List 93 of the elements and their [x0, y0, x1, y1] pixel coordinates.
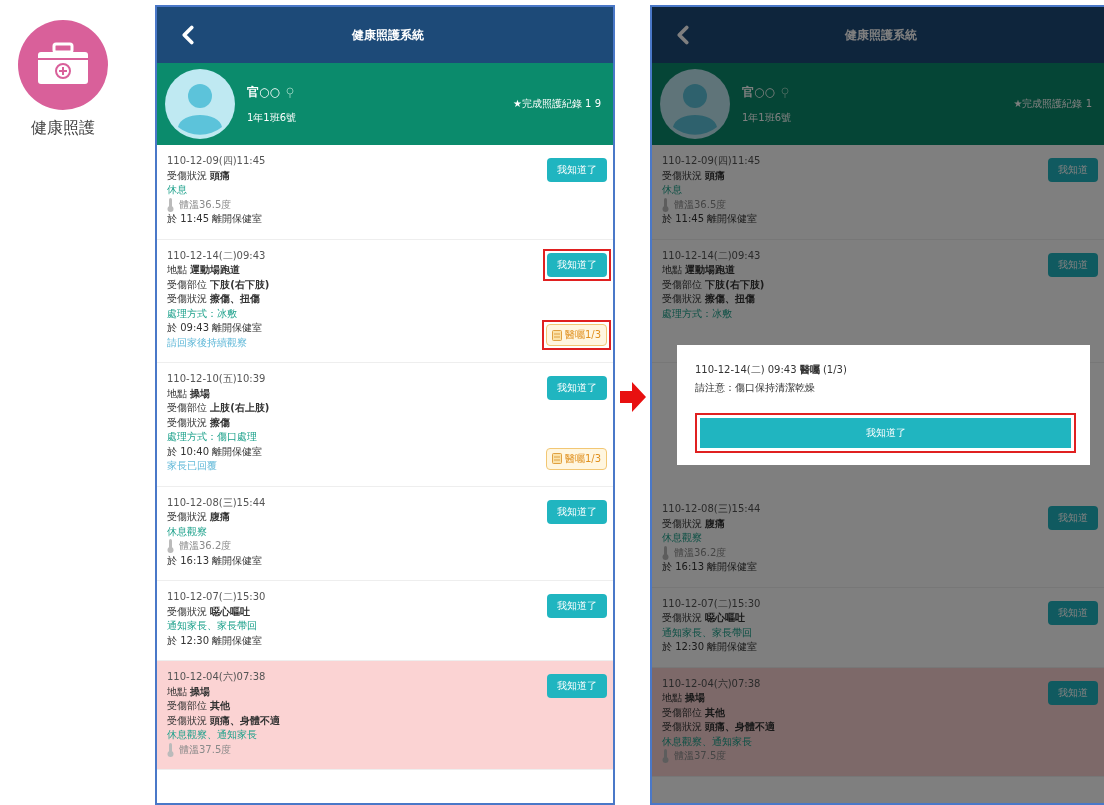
record-detail: 地點 運動場跑道: [662, 263, 737, 277]
record-detail: 受傷狀況 擦傷、扭傷: [167, 292, 262, 306]
leave-time: 於 12:30 離開保健室: [167, 633, 264, 648]
gender-icon: [780, 86, 789, 98]
record-date: 110-12-10(五)10:39: [167, 372, 267, 386]
app-icon-label: 健康照護: [30, 118, 96, 139]
class-number: 1年1班6號: [247, 110, 298, 125]
record-summary: ★完成照護紀錄 1: [1013, 97, 1093, 111]
note-icon: [551, 329, 562, 341]
record-detail: 受傷狀況 噁心嘔吐: [167, 604, 252, 619]
record-detail: 地點 運動場跑道: [167, 263, 242, 277]
care-note: 休息: [167, 183, 188, 197]
student-name: 官○○: [247, 83, 280, 101]
record-detail: 受傷狀況 擦傷、扭傷: [662, 292, 757, 306]
care-note: 休息: [662, 183, 683, 197]
thermometer-icon: [167, 539, 174, 554]
dialog-heading: 110-12-14(二) 09:43 醫囑 (1/3): [695, 363, 848, 377]
record-detail: 受傷部位 下肢(右下肢): [167, 277, 270, 292]
record-detail: 受傷狀況 頭痛、身體不適: [662, 720, 776, 734]
thermometer-icon: [167, 742, 174, 757]
acknowledge-button[interactable]: 我知道了: [547, 594, 607, 618]
reply-note: 家長已回覆: [167, 459, 218, 473]
care-note: 休息觀察、通知家長: [167, 728, 258, 742]
acknowledge-button[interactable]: 我知道了: [547, 252, 607, 277]
acknowledge-button[interactable]: 我知道了: [700, 418, 1071, 448]
app-title: 健康照護系統: [844, 26, 918, 44]
record-date: 110-12-08(三)15:44: [167, 495, 266, 510]
acknowledge-button[interactable]: 我知道了: [547, 376, 607, 400]
record-detail: 受傷狀況 擦傷: [167, 415, 232, 430]
acknowledge-button[interactable]: 我知道了: [547, 158, 607, 182]
record-detail: 受傷部位 其他: [662, 705, 727, 720]
record-detail: 受傷狀況 頭痛: [662, 168, 727, 183]
avatar-icon: [165, 69, 235, 139]
care-note: 休息觀察: [167, 524, 208, 539]
thermometer-icon: [662, 545, 669, 560]
class-number: 1年1班6號: [742, 110, 793, 125]
care-note: 休息觀察: [662, 531, 703, 545]
acknowledge-button[interactable]: 我知道了: [547, 674, 607, 698]
leave-time: 於 11:45 離開保健室: [662, 212, 759, 226]
thermometer-icon: [167, 197, 174, 212]
doctor-note-badge[interactable]: 醫囑1/3: [545, 447, 607, 470]
temperature-text: 體溫36.5度: [179, 197, 232, 212]
record-detail: 受傷狀況 腹痛: [662, 516, 727, 531]
record-detail: 受傷狀況 頭痛: [167, 168, 232, 183]
care-note: 處理方式：傷口處理: [167, 430, 258, 444]
doctor-note-badge[interactable]: 醫囑1/3: [545, 324, 607, 346]
arrow-icon: [619, 382, 646, 412]
gender-icon: [285, 86, 294, 98]
reply-note: 請回家後持續觀察: [167, 335, 248, 350]
record-detail: 受傷狀況 頭痛、身體不適: [167, 713, 281, 728]
medical-kit-icon[interactable]: [18, 20, 108, 110]
acknowledge-button[interactable]: 我知道: [1048, 680, 1098, 705]
record-date: 110-12-08(三)15:44: [662, 502, 761, 516]
record-date: 110-12-04(六)07:38: [662, 676, 762, 691]
leave-time: 於 12:30 離開保健室: [662, 640, 759, 654]
thermometer-icon: [662, 749, 669, 764]
acknowledge-button[interactable]: 我知道: [1048, 158, 1098, 182]
app-title: 健康照護系統: [351, 26, 425, 44]
record-date: 110-12-14(二)09:43: [167, 248, 267, 263]
note-icon: [551, 453, 562, 464]
avatar-icon: [660, 69, 730, 139]
temperature-text: 體溫36.2度: [179, 539, 232, 553]
care-note: 處理方式：冰敷: [662, 306, 733, 321]
record-date: 110-12-09(四)11:45: [662, 154, 761, 168]
care-note: 通知家長、家長帶回: [167, 619, 258, 633]
record-detail: 受傷部位 上肢(右上肢): [167, 401, 270, 415]
record-date: 110-12-07(二)15:30: [167, 590, 266, 604]
record-detail: 地點 操場: [167, 386, 212, 401]
leave-time: 於 11:45 離開保健室: [167, 212, 264, 226]
record-detail: 受傷部位 其他: [167, 699, 232, 713]
record-detail: 地點 操場: [167, 684, 212, 699]
acknowledge-button[interactable]: 我知道: [1048, 600, 1098, 625]
record-detail: 地點 操場: [662, 691, 707, 705]
record-date: 110-12-09(四)11:45: [167, 154, 266, 168]
leave-time: 於 09:43 離開保健室: [167, 321, 264, 335]
care-note: 處理方式：冰敷: [167, 306, 238, 321]
acknowledge-button[interactable]: 我知道: [1048, 506, 1098, 530]
leave-time: 於 16:13 離開保健室: [662, 560, 759, 574]
care-note: 通知家長、家長帶回: [662, 625, 753, 640]
acknowledge-button[interactable]: 我知道: [1048, 252, 1098, 277]
acknowledge-button[interactable]: 我知道了: [547, 499, 607, 524]
thermometer-icon: [662, 197, 669, 212]
student-name: 官○○: [742, 83, 775, 101]
record-date: 110-12-04(六)07:38: [167, 670, 267, 684]
dialog-message: 請注意：傷口保持清潔乾燥: [695, 381, 816, 395]
record-detail: 受傷狀況 噁心嘔吐: [662, 611, 747, 625]
temperature-text: 體溫37.5度: [179, 742, 232, 757]
record-detail: 受傷部位 下肢(右下肢): [662, 277, 765, 292]
record-detail: 受傷狀況 腹痛: [167, 510, 232, 524]
care-note: 休息觀察、通知家長: [662, 734, 753, 749]
record-summary: ★完成照護紀錄 1 9: [512, 97, 602, 111]
leave-time: 於 10:40 離開保健室: [167, 444, 264, 459]
leave-time: 於 16:13 離開保健室: [167, 553, 264, 568]
